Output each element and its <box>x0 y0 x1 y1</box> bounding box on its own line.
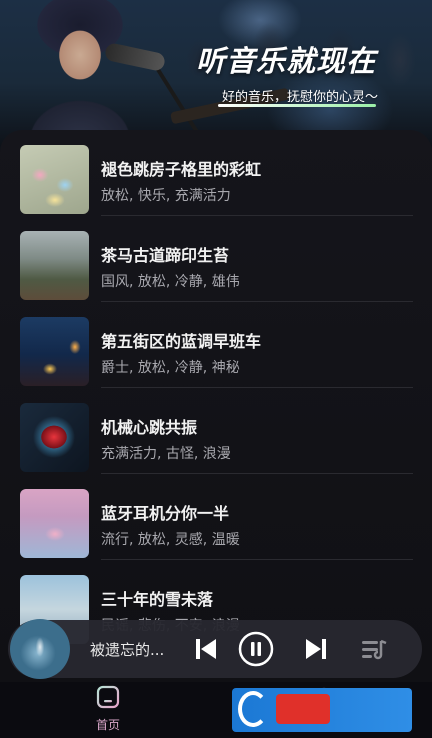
song-title: 褪色跳房子格里的彩虹 <box>101 160 262 179</box>
song-cover <box>20 317 89 386</box>
song-title: 蓝牙耳机分你一半 <box>101 504 230 523</box>
song-cover <box>20 231 89 300</box>
song-tags: 放松, 快乐, 充满活力 <box>101 188 231 204</box>
previous-track-icon[interactable] <box>188 631 224 667</box>
next-track-icon[interactable] <box>298 631 334 667</box>
hero-banner: 听音乐就现在 好的音乐，抚慰你的心灵～ <box>0 0 432 150</box>
song-item[interactable]: 蓝牙耳机分你一半 流行, 放松, 灵感, 温暖 <box>20 474 413 560</box>
song-title: 第五街区的蓝调早班车 <box>101 332 262 351</box>
mini-player[interactable]: 被遗忘的... <box>8 619 422 679</box>
tab-home[interactable]: 首页 <box>68 684 148 736</box>
hero-underline <box>218 104 376 107</box>
hero-title: 听音乐就现在 <box>196 44 377 78</box>
song-tags: 国风, 放松, 冷静, 雄伟 <box>101 274 240 290</box>
song-title: 机械心跳共振 <box>101 418 198 437</box>
home-icon <box>96 685 120 709</box>
song-tags: 流行, 放松, 灵感, 温暖 <box>101 532 240 548</box>
watermark-badge <box>276 694 330 724</box>
pause-icon[interactable] <box>238 631 274 667</box>
playlist-queue-icon[interactable] <box>356 631 392 667</box>
watermark-c-icon <box>238 691 268 727</box>
hero-subtitle: 好的音乐，抚慰你的心灵～ <box>222 90 379 105</box>
song-cover <box>20 145 89 214</box>
now-playing-cover[interactable] <box>10 619 70 679</box>
song-item[interactable]: 机械心跳共振 充满活力, 古怪, 浪漫 <box>20 388 413 474</box>
song-cover <box>20 489 89 558</box>
song-title: 茶马古道蹄印生苔 <box>101 246 230 265</box>
song-item[interactable]: 第五街区的蓝调早班车 爵士, 放松, 冷静, 神秘 <box>20 302 413 388</box>
site-watermark-logo <box>232 688 412 732</box>
song-tags: 爵士, 放松, 冷静, 神秘 <box>101 360 240 376</box>
song-list: 褪色跳房子格里的彩虹 放松, 快乐, 充满活力 茶马古道蹄印生苔 国风, 放松,… <box>0 130 432 690</box>
song-cover <box>20 403 89 472</box>
song-item[interactable]: 褪色跳房子格里的彩虹 放松, 快乐, 充满活力 <box>20 130 413 216</box>
song-title: 三十年的雪未落 <box>101 590 214 609</box>
song-tags: 充满活力, 古怪, 浪漫 <box>101 446 231 462</box>
tab-home-label: 首页 <box>95 718 120 732</box>
song-item[interactable]: 茶马古道蹄印生苔 国风, 放松, 冷静, 雄伟 <box>20 216 413 302</box>
now-playing-title[interactable]: 被遗忘的... <box>90 639 164 660</box>
